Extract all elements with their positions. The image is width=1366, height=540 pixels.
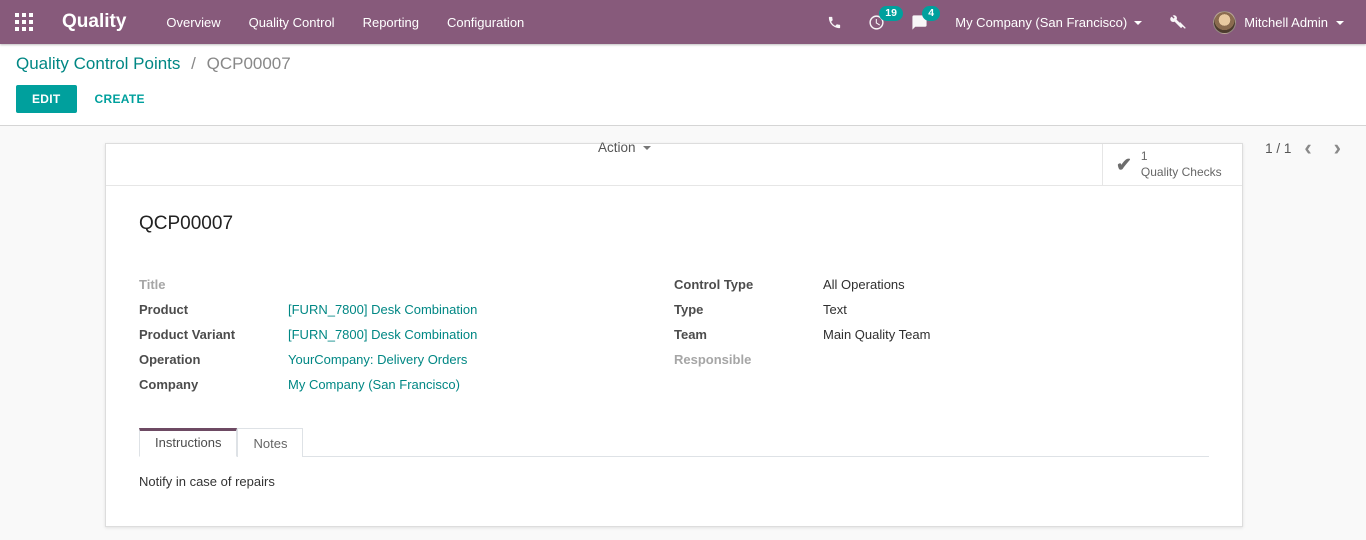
debug-tools-button[interactable]	[1156, 0, 1199, 44]
notebook: Instructions Notes Notify in case of rep…	[139, 428, 1209, 489]
form-sheet: ✔ 1 Quality Checks QCP00007 Title Produc…	[105, 143, 1243, 527]
field-label-responsible: Responsible	[674, 352, 752, 367]
field-value-control-type: All Operations	[823, 277, 905, 292]
menu-item-reporting[interactable]: Reporting	[349, 0, 433, 44]
create-button[interactable]: CREATE	[95, 92, 145, 106]
activities-button[interactable]: 19	[855, 0, 903, 44]
field-label-operation: Operation	[139, 352, 201, 367]
menu-item-configuration[interactable]: Configuration	[433, 0, 538, 44]
field-value-product[interactable]: [FURN_7800] Desk Combination	[288, 302, 477, 317]
field-value-operation[interactable]: YourCompany: Delivery Orders	[288, 352, 467, 367]
field-groups: Title Product [FURN_7800] Desk Combinati…	[139, 277, 1209, 402]
control-panel-buttons: EDIT CREATE	[16, 85, 1350, 113]
user-menu[interactable]: Mitchell Admin	[1199, 0, 1350, 44]
field-value-company[interactable]: My Company (San Francisco)	[288, 377, 460, 392]
quality-checks-label: Quality Checks	[1140, 165, 1222, 179]
check-icon: ✔	[1116, 154, 1132, 176]
field-label-title: Title	[139, 277, 166, 292]
field-value-type: Text	[823, 302, 847, 317]
menu-item-overview[interactable]: Overview	[152, 0, 234, 44]
field-row-responsible: Responsible	[674, 352, 1209, 367]
company-switcher[interactable]: My Company (San Francisco)	[941, 0, 1156, 44]
voip-phone-button[interactable]	[814, 0, 855, 44]
breadcrumb-current: QCP00007	[206, 54, 291, 73]
quality-checks-count: 1	[1140, 149, 1148, 164]
message-count-badge: 4	[922, 6, 941, 21]
menu-item-quality-control[interactable]: Quality Control	[235, 0, 349, 44]
top-navbar: Quality Overview Quality Control Reporti…	[0, 0, 1366, 44]
edit-button[interactable]: EDIT	[16, 85, 77, 113]
user-avatar	[1213, 10, 1237, 34]
tab-notes[interactable]: Notes	[237, 428, 304, 457]
apps-menu-button[interactable]	[0, 0, 48, 44]
pager-counter: 1 / 1	[1265, 140, 1292, 156]
pager-previous-button[interactable]: ‹	[1295, 137, 1320, 159]
field-label-product-variant: Product Variant	[139, 327, 236, 342]
field-label-control-type: Control Type	[674, 277, 754, 292]
tab-instructions[interactable]: Instructions	[139, 428, 238, 457]
company-name: My Company (San Francisco)	[955, 14, 1128, 30]
messages-button[interactable]: 4	[898, 0, 941, 44]
phone-icon	[829, 16, 841, 28]
chevron-down-icon	[1336, 20, 1344, 25]
sheet-body: QCP00007 Title Product [FURN_7800] Desk …	[106, 186, 1242, 489]
field-row-operation: Operation YourCompany: Delivery Orders	[139, 352, 674, 367]
quality-checks-stat-button[interactable]: ✔ 1 Quality Checks	[1102, 144, 1242, 186]
pager: 1 / 1 ‹ ›	[1265, 137, 1350, 159]
field-row-title: Title	[139, 277, 674, 292]
breadcrumb-separator: /	[191, 54, 196, 73]
field-label-company: Company	[139, 377, 199, 392]
field-row-type: Type Text	[674, 302, 1209, 317]
apps-grid-icon	[15, 13, 33, 31]
tab-bar: Instructions Notes	[139, 428, 1209, 457]
field-row-product: Product [FURN_7800] Desk Combination	[139, 302, 674, 317]
pager-next-button[interactable]: ›	[1325, 137, 1350, 159]
field-label-team: Team	[674, 327, 707, 342]
field-label-product: Product	[139, 302, 189, 317]
navbar-right: 19 4 My Company (San Francisco) Mitchell…	[814, 0, 1366, 44]
breadcrumb-parent-link[interactable]: Quality Control Points	[16, 54, 180, 73]
tools-icon	[1170, 14, 1186, 29]
content-area: ✔ 1 Quality Checks QCP00007 Title Produc…	[0, 126, 1366, 540]
user-name: Mitchell Admin	[1244, 14, 1328, 30]
field-value-product-variant[interactable]: [FURN_7800] Desk Combination	[288, 327, 477, 342]
field-label-type: Type	[674, 302, 704, 317]
field-group-right: Control Type All Operations Type Text Te…	[674, 277, 1209, 402]
field-row-team: Team Main Quality Team	[674, 327, 1209, 342]
instructions-content: Notify in case of repairs	[139, 474, 275, 489]
field-row-company: Company My Company (San Francisco)	[139, 377, 674, 392]
field-row-control-type: Control Type All Operations	[674, 277, 1209, 292]
main-menu: Overview Quality Control Reporting Confi…	[152, 0, 538, 44]
chevron-down-icon	[1134, 20, 1143, 25]
app-brand[interactable]: Quality	[62, 11, 126, 33]
field-value-team: Main Quality Team	[823, 327, 931, 342]
record-title: QCP00007	[139, 213, 234, 234]
control-panel: Quality Control Points / QCP00007 EDIT C…	[0, 44, 1366, 159]
form-statusbar: ✔ 1 Quality Checks	[106, 144, 1242, 186]
field-group-left: Title Product [FURN_7800] Desk Combinati…	[139, 277, 674, 402]
breadcrumb: Quality Control Points / QCP00007	[16, 54, 1350, 74]
field-row-product-variant: Product Variant [FURN_7800] Desk Combina…	[139, 327, 674, 342]
